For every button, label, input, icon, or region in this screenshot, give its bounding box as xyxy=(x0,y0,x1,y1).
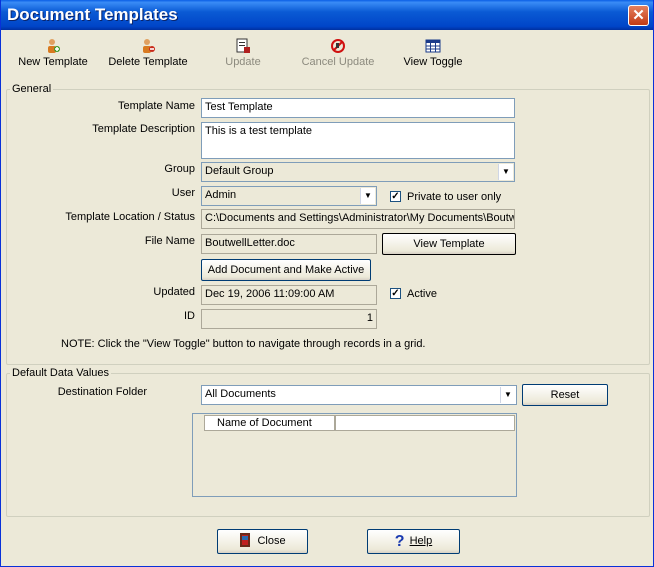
group-select[interactable]: Default Group ▼ xyxy=(201,162,515,182)
chevron-down-icon[interactable]: ▼ xyxy=(360,188,375,204)
template-description-label: Template Description xyxy=(92,123,195,135)
private-checkbox[interactable]: ✓ xyxy=(390,191,401,202)
updated-field: Dec 19, 2006 11:09:00 AM xyxy=(201,285,377,305)
chevron-down-icon[interactable]: ▼ xyxy=(498,164,513,180)
delete-template-icon xyxy=(143,39,155,53)
view-toggle-note: NOTE: Click the "View Toggle" button to … xyxy=(61,338,426,350)
title-bar[interactable]: Document Templates ✕ xyxy=(1,0,653,30)
active-label: Active xyxy=(407,288,437,300)
group-label: Group xyxy=(164,163,195,175)
close-button-label: Close xyxy=(257,535,286,547)
grid-header-empty xyxy=(335,415,515,431)
add-document-button[interactable]: Add Document and Make Active xyxy=(201,259,371,281)
reset-button[interactable]: Reset xyxy=(522,384,608,406)
cancel-update-label: Cancel Update xyxy=(301,56,375,68)
id-label: ID xyxy=(184,310,195,322)
view-template-button[interactable]: View Template xyxy=(382,233,516,255)
private-label: Private to user only xyxy=(407,191,502,203)
cancel-update-icon xyxy=(331,39,345,53)
document-templates-window: Document Templates ✕ New Template Delete… xyxy=(0,0,654,567)
template-description-textarea[interactable]: This is a test template xyxy=(201,122,515,159)
new-template-button[interactable]: New Template xyxy=(16,38,90,72)
documents-grid[interactable]: Name of Document xyxy=(192,413,517,497)
door-icon xyxy=(240,533,251,547)
id-field: 1 xyxy=(201,309,377,329)
help-button-label: Help xyxy=(409,535,433,547)
new-template-icon xyxy=(48,39,60,53)
active-checkbox[interactable]: ✓ xyxy=(390,288,401,299)
updated-label: Updated xyxy=(153,286,195,298)
chevron-down-icon[interactable]: ▼ xyxy=(500,387,515,403)
new-template-label: New Template xyxy=(18,56,88,68)
view-toggle-icon xyxy=(425,39,441,53)
default-data-values-legend: Default Data Values xyxy=(10,367,112,379)
close-button[interactable]: Close xyxy=(217,529,308,554)
user-select[interactable]: Admin ▼ xyxy=(201,186,377,206)
help-icon: ? xyxy=(394,533,405,550)
cancel-update-button[interactable]: Cancel Update xyxy=(300,38,376,72)
general-legend: General xyxy=(10,83,54,95)
destination-folder-label: Destination Folder xyxy=(57,386,147,398)
view-toggle-button[interactable]: View Toggle xyxy=(401,38,465,72)
template-name-label: Template Name xyxy=(117,100,195,112)
update-button[interactable]: Update xyxy=(221,38,265,72)
location-label: Template Location / Status xyxy=(65,211,195,223)
help-button[interactable]: ? Help xyxy=(367,529,460,554)
update-icon xyxy=(236,38,250,53)
view-toggle-label: View Toggle xyxy=(403,56,463,68)
user-label: User xyxy=(171,187,195,199)
destination-folder-select[interactable]: All Documents ▼ xyxy=(201,385,517,405)
close-icon: ✕ xyxy=(632,7,645,24)
file-name-field: BoutwellLetter.doc xyxy=(201,234,377,254)
destination-folder-value: All Documents xyxy=(205,388,276,400)
window-close-button[interactable]: ✕ xyxy=(628,5,649,26)
user-value: Admin xyxy=(205,189,237,201)
location-field: C:\Documents and Settings\Administrator\… xyxy=(201,209,515,229)
grid-header-name-of-document[interactable]: Name of Document xyxy=(204,415,335,431)
group-value: Default Group xyxy=(205,165,274,177)
update-label: Update xyxy=(225,56,261,68)
template-name-input[interactable]: Test Template xyxy=(201,98,515,118)
delete-template-label: Delete Template xyxy=(108,56,188,68)
delete-template-button[interactable]: Delete Template xyxy=(106,38,190,72)
window-title: Document Templates xyxy=(7,5,178,24)
file-name-label: File Name xyxy=(144,235,195,247)
